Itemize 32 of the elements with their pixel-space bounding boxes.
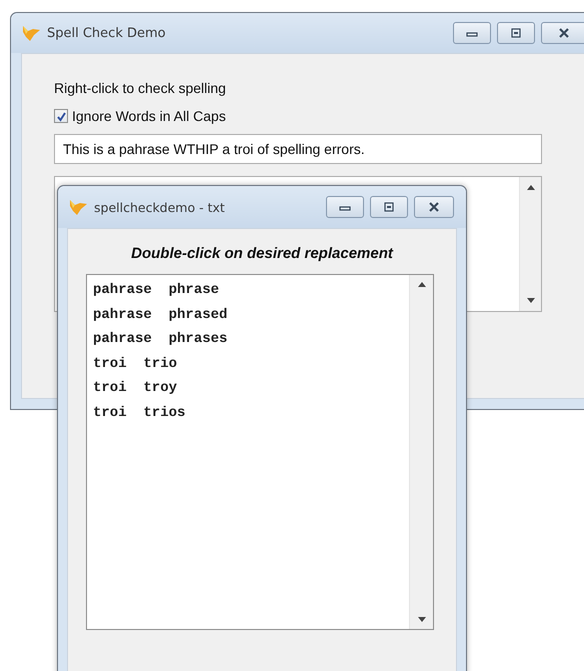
maximize-button[interactable] bbox=[497, 22, 535, 44]
close-button[interactable] bbox=[541, 22, 584, 44]
list-item[interactable]: pahrase phrases bbox=[93, 327, 228, 352]
minimize-button[interactable] bbox=[326, 196, 364, 218]
fox-icon bbox=[21, 23, 41, 43]
scroll-up-icon[interactable] bbox=[418, 282, 426, 287]
check-icon bbox=[56, 110, 66, 122]
text-field[interactable]: This is a pahrase WTHIP a troi of spelling errors. bbox=[54, 134, 542, 164]
minimize-button[interactable] bbox=[453, 22, 491, 44]
checkbox-label: Ignore Words in All Caps bbox=[72, 108, 226, 124]
close-icon bbox=[427, 202, 441, 212]
list-item[interactable]: troi trios bbox=[93, 400, 186, 425]
restore-icon bbox=[382, 202, 396, 212]
scroll-down-icon[interactable] bbox=[526, 298, 534, 303]
restore-icon bbox=[509, 28, 523, 38]
checkbox[interactable] bbox=[54, 109, 68, 123]
scrollbar[interactable] bbox=[409, 275, 433, 629]
list-item[interactable]: troi troy bbox=[93, 376, 178, 400]
window-title: spellcheckdemo - txt bbox=[94, 200, 226, 214]
list-item[interactable]: troi trio bbox=[93, 352, 178, 376]
window-title: Spell Check Demo bbox=[47, 26, 167, 40]
close-button[interactable] bbox=[414, 196, 454, 218]
maximize-button[interactable] bbox=[370, 196, 408, 218]
fox-icon bbox=[68, 197, 88, 217]
scroll-up-icon[interactable] bbox=[526, 185, 534, 190]
list-item[interactable]: pahrase phrase bbox=[93, 278, 220, 302]
scrollbar[interactable] bbox=[519, 177, 541, 311]
heading: Double-click on desired replacement bbox=[130, 245, 394, 262]
close-icon bbox=[557, 28, 571, 38]
instruction-label: Right-click to check spelling bbox=[54, 80, 227, 96]
scroll-down-icon[interactable] bbox=[418, 617, 426, 622]
list-item[interactable]: pahrase phrased bbox=[93, 302, 228, 327]
